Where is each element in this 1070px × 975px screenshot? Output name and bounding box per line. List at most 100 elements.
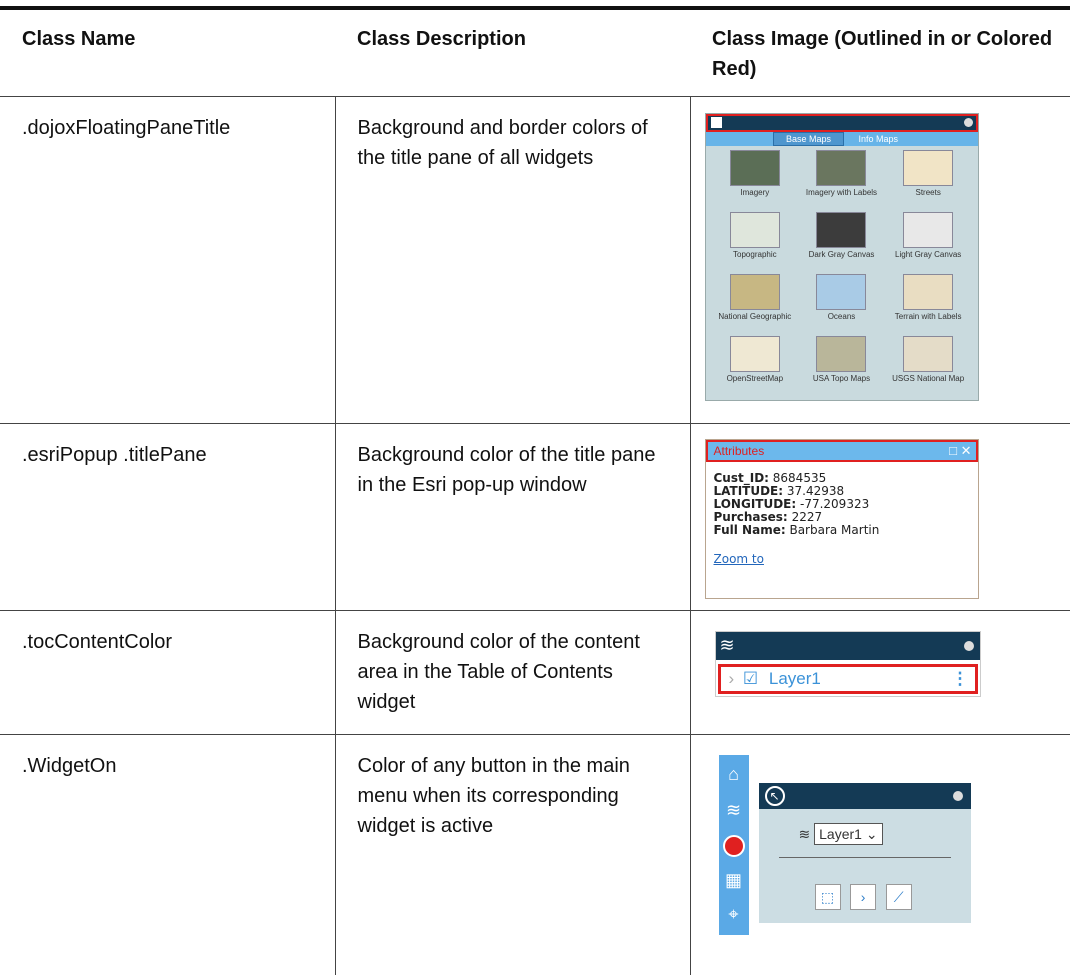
class-image-cell: Base Maps Info Maps Imagery Imagery with… bbox=[689, 96, 1070, 424]
header-class-name: Class Name bbox=[0, 10, 335, 97]
basemap-icon bbox=[710, 117, 722, 128]
close-icon bbox=[963, 118, 973, 127]
esri-popup-image: Attributes □ ✕ Cust_ID: 8684535 LATITUDE… bbox=[704, 439, 979, 599]
widget-on-image: ⌂ ≋ ▦ ⌖ ↖ ≋ Layer1 ⌄ ⬚ › ⟋ bbox=[718, 755, 979, 935]
basemap-widget-image: Base Maps Info Maps Imagery Imagery with… bbox=[704, 113, 979, 401]
class-description-cell: Background color of the title pane in th… bbox=[334, 423, 690, 611]
basemap-item: USGS National Map bbox=[885, 336, 972, 394]
basemap-thumbnail bbox=[903, 150, 954, 186]
table-row: .esriPopup .titlePane Background color o… bbox=[0, 423, 1070, 611]
class-image-cell: Attributes □ ✕ Cust_ID: 8684535 LATITUDE… bbox=[689, 423, 1070, 611]
basemap-item: Imagery bbox=[712, 150, 799, 208]
class-name-cell: .dojoxFloatingPaneTitle bbox=[0, 96, 335, 424]
close-icon bbox=[952, 791, 963, 801]
field-value: -77.209323 bbox=[800, 497, 870, 511]
basemap-label: Terrain with Labels bbox=[894, 312, 962, 321]
more-options-icon: ⋮ bbox=[951, 669, 969, 688]
basemap-thumbnail bbox=[903, 212, 954, 248]
basemap-thumbnail bbox=[816, 274, 867, 310]
basemap-item: USA Topo Maps bbox=[798, 336, 885, 394]
header-class-description: Class Description bbox=[335, 10, 690, 97]
basemap-item: Imagery with Labels bbox=[798, 150, 885, 208]
basemap-label: OpenStreetMap bbox=[726, 374, 784, 383]
table-header-row: Class Name Class Description Class Image… bbox=[0, 10, 1070, 97]
basemap-label: USA Topo Maps bbox=[812, 374, 871, 383]
tab-info-maps: Info Maps bbox=[858, 134, 899, 144]
class-image-cell: ≋ › ☑ Layer1 ⋮ bbox=[689, 610, 1070, 735]
basemap-item: Light Gray Canvas bbox=[885, 212, 972, 270]
rectangle-select-icon: ⬚ bbox=[814, 884, 841, 910]
basemap-item: Terrain with Labels bbox=[885, 274, 972, 332]
field-label: Full Name: bbox=[713, 523, 786, 537]
basemap-thumbnail bbox=[816, 150, 867, 186]
basemap-icon: ▦ bbox=[724, 870, 742, 890]
basemap-label: Dark Gray Canvas bbox=[808, 250, 875, 259]
class-name-cell: .tocContentColor bbox=[0, 610, 335, 735]
toc-title-pane: ≋ bbox=[715, 632, 980, 660]
layer-select-value: Layer1 bbox=[819, 826, 862, 842]
field-label: Purchases: bbox=[713, 510, 788, 524]
class-image-cell: ⌂ ≋ ▦ ⌖ ↖ ≋ Layer1 ⌄ ⬚ › ⟋ bbox=[689, 734, 1070, 975]
class-name-cell: .esriPopup .titlePane bbox=[0, 423, 335, 611]
basemap-item: OpenStreetMap bbox=[712, 336, 799, 394]
basemap-thumbnail bbox=[729, 150, 780, 186]
class-name-cell: .WidgetOn bbox=[22, 755, 117, 777]
basemap-item: Topographic bbox=[712, 212, 799, 270]
basemap-label: Streets bbox=[915, 188, 941, 197]
toc-widget-image: ≋ › ☑ Layer1 ⋮ bbox=[714, 631, 981, 697]
basemap-item: National Geographic bbox=[712, 274, 799, 332]
popup-title-pane: Attributes □ ✕ bbox=[705, 440, 978, 462]
basemap-item: Oceans bbox=[798, 274, 885, 332]
basemap-label: Oceans bbox=[827, 312, 856, 321]
class-description-cell: Color of any button in the main menu whe… bbox=[334, 734, 690, 975]
basemap-label: Imagery with Labels bbox=[805, 188, 878, 197]
zoom-to-link: Zoom to bbox=[713, 552, 764, 566]
basemap-thumbnail bbox=[816, 212, 867, 248]
field-value: Barbara Martin bbox=[789, 523, 880, 537]
toc-layer-label: Layer1 bbox=[768, 669, 821, 688]
widget-title-pane bbox=[705, 114, 978, 132]
document-page: Class Name Class Description Class Image… bbox=[0, 0, 1070, 975]
basemap-item: Dark Gray Canvas bbox=[798, 212, 885, 270]
basemap-grid: Imagery Imagery with Labels Streets Topo… bbox=[706, 146, 978, 398]
polyline-select-icon: ⟋ bbox=[885, 884, 912, 910]
select-widget-panel: ↖ ≋ Layer1 ⌄ ⬚ › ⟋ bbox=[758, 783, 971, 923]
select-widget-title-pane: ↖ bbox=[758, 783, 971, 809]
tab-base-maps: Base Maps bbox=[772, 132, 844, 146]
popup-controls-icon: □ ✕ bbox=[949, 443, 972, 458]
basemap-label: Light Gray Canvas bbox=[895, 250, 962, 259]
chevron-right-icon: › bbox=[728, 669, 735, 688]
class-table: Class Name Class Description Class Image… bbox=[0, 10, 1070, 975]
location-pin-icon: ⌖ bbox=[728, 904, 739, 924]
layer-select: ≋ Layer1 ⌄ bbox=[799, 819, 883, 849]
class-description-cell: Background and border colors of the titl… bbox=[334, 96, 690, 424]
toc-content-row: › ☑ Layer1 ⋮ bbox=[717, 664, 978, 694]
basemap-thumbnail bbox=[903, 336, 954, 372]
checkbox-icon: ☑ bbox=[742, 669, 759, 688]
layers-icon: ≋ bbox=[719, 635, 735, 655]
basemap-thumbnail bbox=[729, 336, 780, 372]
select-tool-icon bbox=[722, 835, 745, 857]
basemap-thumbnail bbox=[903, 274, 954, 310]
field-label: Cust_ID: bbox=[713, 471, 769, 485]
table-row: .dojoxFloatingPaneTitle Background and b… bbox=[0, 96, 1070, 424]
field-value: 8684535 bbox=[772, 471, 827, 485]
header-class-image: Class Image (Outlined in or Colored Red) bbox=[690, 10, 1070, 97]
basemap-tabs: Base Maps Info Maps bbox=[705, 132, 978, 146]
field-value: 37.42938 bbox=[786, 484, 845, 498]
layers-icon: ≋ bbox=[798, 826, 811, 842]
select-tool-icon: ↖ bbox=[764, 786, 785, 806]
basemap-thumbnail bbox=[729, 274, 780, 310]
basemap-item: Streets bbox=[885, 150, 972, 208]
popup-field: Full Name: Barbara Martin bbox=[714, 524, 970, 537]
close-icon bbox=[963, 641, 974, 651]
home-icon: ⌂ bbox=[728, 764, 739, 784]
popup-title: Attributes bbox=[713, 444, 765, 458]
basemap-label: National Geographic bbox=[718, 312, 792, 321]
popup-body: Cust_ID: 8684535 LATITUDE: 37.42938 LONG… bbox=[706, 462, 978, 566]
table-row: .tocContentColor Background color of the… bbox=[0, 610, 1070, 735]
main-menu-bar: ⌂ ≋ ▦ ⌖ bbox=[718, 755, 749, 935]
basemap-thumbnail bbox=[816, 336, 867, 372]
layer-select-box: Layer1 ⌄ bbox=[814, 823, 883, 845]
class-description-cell: Background color of the content area in … bbox=[334, 610, 690, 735]
